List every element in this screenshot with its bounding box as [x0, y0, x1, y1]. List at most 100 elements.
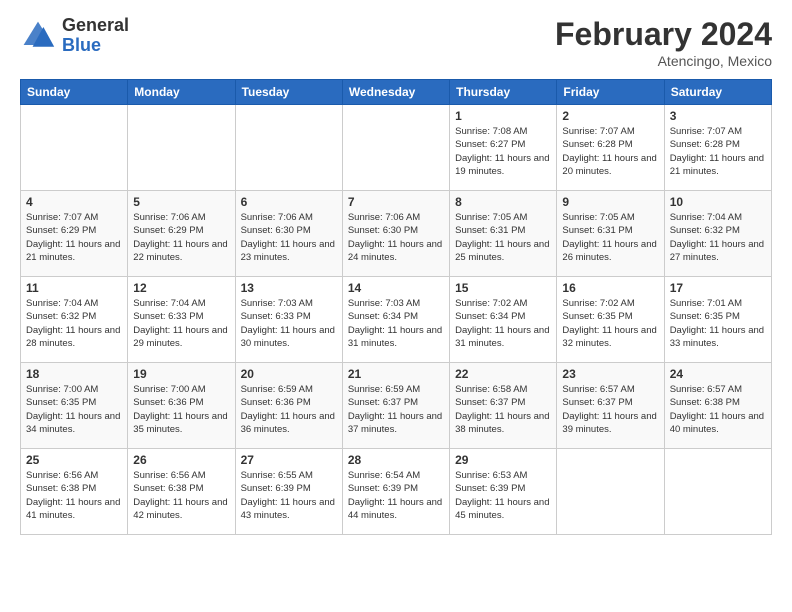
header: General Blue February 2024 Atencingo, Me…	[20, 16, 772, 69]
calendar-cell-w5-d4: 28 Sunrise: 6:54 AMSunset: 6:39 PMDayligh…	[342, 449, 449, 535]
day-number: 15	[455, 281, 551, 295]
month-year: February 2024	[555, 16, 772, 53]
day-info: Sunrise: 6:58 AMSunset: 6:37 PMDaylight:…	[455, 383, 551, 436]
col-tuesday: Tuesday	[235, 80, 342, 105]
day-info: Sunrise: 7:07 AMSunset: 6:29 PMDaylight:…	[26, 211, 122, 264]
day-number: 14	[348, 281, 444, 295]
day-info: Sunrise: 6:56 AMSunset: 6:38 PMDaylight:…	[133, 469, 229, 522]
calendar-cell-w4-d7: 24Sunrise: 6:57 AMSunset: 6:38 PMDayligh…	[664, 363, 771, 449]
calendar-cell-w1-d7: 3 Sunrise: 7:07 AMSunset: 6:28 PMDaylight…	[664, 105, 771, 191]
col-sunday: Sunday	[21, 80, 128, 105]
day-info: Sunrise: 7:03 AMSunset: 6:33 PMDaylight:…	[241, 297, 337, 350]
calendar-cell-w5-d3: 27 Sunrise: 6:55 AMSunset: 6:39 PMDayligh…	[235, 449, 342, 535]
day-info: Sunrise: 7:00 AMSunset: 6:35 PMDaylight:…	[26, 383, 122, 436]
day-number: 17	[670, 281, 766, 295]
day-number: 6	[241, 195, 337, 209]
day-number: 27	[241, 453, 337, 467]
day-info: Sunrise: 6:59 AMSunset: 6:36 PMDaylight:…	[241, 383, 337, 436]
calendar-cell-w5-d5: 29 Sunrise: 6:53 AMSunset: 6:39 PMDayligh…	[450, 449, 557, 535]
logo: General Blue	[20, 16, 129, 56]
day-number: 1	[455, 109, 551, 123]
col-monday: Monday	[128, 80, 235, 105]
calendar-cell-w3-d5: 15 Sunrise: 7:02 AMSunset: 6:34 PMDayligh…	[450, 277, 557, 363]
day-number: 13	[241, 281, 337, 295]
calendar-header-row: Sunday Monday Tuesday Wednesday Thursday…	[21, 80, 772, 105]
calendar-cell-w2-d3: 6 Sunrise: 7:06 AMSunset: 6:30 PMDaylight…	[235, 191, 342, 277]
calendar-cell-w2-d1: 4 Sunrise: 7:07 AMSunset: 6:29 PMDaylight…	[21, 191, 128, 277]
day-number: 29	[455, 453, 551, 467]
day-number: 21	[348, 367, 444, 381]
day-info: Sunrise: 7:02 AMSunset: 6:34 PMDaylight:…	[455, 297, 551, 350]
day-info: Sunrise: 7:05 AMSunset: 6:31 PMDaylight:…	[455, 211, 551, 264]
location: Atencingo, Mexico	[555, 53, 772, 69]
day-info: Sunrise: 7:06 AMSunset: 6:30 PMDaylight:…	[348, 211, 444, 264]
day-number: 5	[133, 195, 229, 209]
day-number: 10	[670, 195, 766, 209]
calendar-cell-w3-d2: 12Sunrise: 7:04 AMSunset: 6:33 PMDayligh…	[128, 277, 235, 363]
day-info: Sunrise: 7:05 AMSunset: 6:31 PMDaylight:…	[562, 211, 658, 264]
calendar-body: 1 Sunrise: 7:08 AMSunset: 6:27 PMDaylight…	[21, 105, 772, 535]
day-number: 26	[133, 453, 229, 467]
day-number: 11	[26, 281, 122, 295]
calendar-table: Sunday Monday Tuesday Wednesday Thursday…	[20, 79, 772, 535]
calendar-cell-w2-d4: 7 Sunrise: 7:06 AMSunset: 6:30 PMDaylight…	[342, 191, 449, 277]
day-info: Sunrise: 6:55 AMSunset: 6:39 PMDaylight:…	[241, 469, 337, 522]
day-number: 7	[348, 195, 444, 209]
day-number: 16	[562, 281, 658, 295]
calendar-cell-w5-d2: 26 Sunrise: 6:56 AMSunset: 6:38 PMDayligh…	[128, 449, 235, 535]
calendar-cell-w5-d7	[664, 449, 771, 535]
logo-general: General	[62, 15, 129, 35]
calendar-cell-w1-d4	[342, 105, 449, 191]
day-info: Sunrise: 7:00 AMSunset: 6:36 PMDaylight:…	[133, 383, 229, 436]
calendar-week-4: 18Sunrise: 7:00 AMSunset: 6:35 PMDayligh…	[21, 363, 772, 449]
page: General Blue February 2024 Atencingo, Me…	[0, 0, 792, 545]
day-info: Sunrise: 7:07 AMSunset: 6:28 PMDaylight:…	[562, 125, 658, 178]
calendar-week-2: 4 Sunrise: 7:07 AMSunset: 6:29 PMDaylight…	[21, 191, 772, 277]
col-thursday: Thursday	[450, 80, 557, 105]
calendar-cell-w3-d3: 13 Sunrise: 7:03 AMSunset: 6:33 PMDayligh…	[235, 277, 342, 363]
calendar-cell-w3-d1: 11 Sunrise: 7:04 AMSunset: 6:32 PMDayligh…	[21, 277, 128, 363]
calendar-cell-w4-d6: 23 Sunrise: 6:57 AMSunset: 6:37 PMDayligh…	[557, 363, 664, 449]
day-info: Sunrise: 7:06 AMSunset: 6:30 PMDaylight:…	[241, 211, 337, 264]
calendar-cell-w2-d2: 5Sunrise: 7:06 AMSunset: 6:29 PMDaylight…	[128, 191, 235, 277]
calendar-cell-w3-d7: 17Sunrise: 7:01 AMSunset: 6:35 PMDayligh…	[664, 277, 771, 363]
calendar-cell-w2-d6: 9Sunrise: 7:05 AMSunset: 6:31 PMDaylight…	[557, 191, 664, 277]
calendar-cell-w4-d2: 19 Sunrise: 7:00 AMSunset: 6:36 PMDayligh…	[128, 363, 235, 449]
day-number: 22	[455, 367, 551, 381]
day-info: Sunrise: 6:54 AMSunset: 6:39 PMDaylight:…	[348, 469, 444, 522]
calendar-week-3: 11 Sunrise: 7:04 AMSunset: 6:32 PMDayligh…	[21, 277, 772, 363]
day-info: Sunrise: 6:53 AMSunset: 6:39 PMDaylight:…	[455, 469, 551, 522]
day-info: Sunrise: 6:57 AMSunset: 6:37 PMDaylight:…	[562, 383, 658, 436]
day-info: Sunrise: 7:07 AMSunset: 6:28 PMDaylight:…	[670, 125, 766, 178]
day-info: Sunrise: 7:02 AMSunset: 6:35 PMDaylight:…	[562, 297, 658, 350]
day-number: 28	[348, 453, 444, 467]
calendar-cell-w1-d1	[21, 105, 128, 191]
day-info: Sunrise: 7:04 AMSunset: 6:32 PMDaylight:…	[26, 297, 122, 350]
col-saturday: Saturday	[664, 80, 771, 105]
day-number: 4	[26, 195, 122, 209]
logo-text: General Blue	[62, 16, 129, 56]
day-number: 25	[26, 453, 122, 467]
day-number: 19	[133, 367, 229, 381]
calendar-cell-w3-d4: 14 Sunrise: 7:03 AMSunset: 6:34 PMDayligh…	[342, 277, 449, 363]
day-number: 8	[455, 195, 551, 209]
col-friday: Friday	[557, 80, 664, 105]
col-wednesday: Wednesday	[342, 80, 449, 105]
day-info: Sunrise: 7:04 AMSunset: 6:32 PMDaylight:…	[670, 211, 766, 264]
day-number: 24	[670, 367, 766, 381]
calendar-cell-w4-d5: 22 Sunrise: 6:58 AMSunset: 6:37 PMDayligh…	[450, 363, 557, 449]
day-number: 3	[670, 109, 766, 123]
title-block: February 2024 Atencingo, Mexico	[555, 16, 772, 69]
calendar-cell-w5-d6	[557, 449, 664, 535]
day-info: Sunrise: 7:08 AMSunset: 6:27 PMDaylight:…	[455, 125, 551, 178]
day-number: 23	[562, 367, 658, 381]
day-info: Sunrise: 6:59 AMSunset: 6:37 PMDaylight:…	[348, 383, 444, 436]
calendar-week-5: 25 Sunrise: 6:56 AMSunset: 6:38 PMDayligh…	[21, 449, 772, 535]
day-info: Sunrise: 7:03 AMSunset: 6:34 PMDaylight:…	[348, 297, 444, 350]
calendar-cell-w4-d1: 18Sunrise: 7:00 AMSunset: 6:35 PMDayligh…	[21, 363, 128, 449]
calendar-cell-w3-d6: 16 Sunrise: 7:02 AMSunset: 6:35 PMDayligh…	[557, 277, 664, 363]
calendar-cell-w5-d1: 25Sunrise: 6:56 AMSunset: 6:38 PMDayligh…	[21, 449, 128, 535]
calendar-cell-w2-d5: 8 Sunrise: 7:05 AMSunset: 6:31 PMDaylight…	[450, 191, 557, 277]
calendar-cell-w2-d7: 10 Sunrise: 7:04 AMSunset: 6:32 PMDayligh…	[664, 191, 771, 277]
calendar-cell-w4-d4: 21 Sunrise: 6:59 AMSunset: 6:37 PMDayligh…	[342, 363, 449, 449]
